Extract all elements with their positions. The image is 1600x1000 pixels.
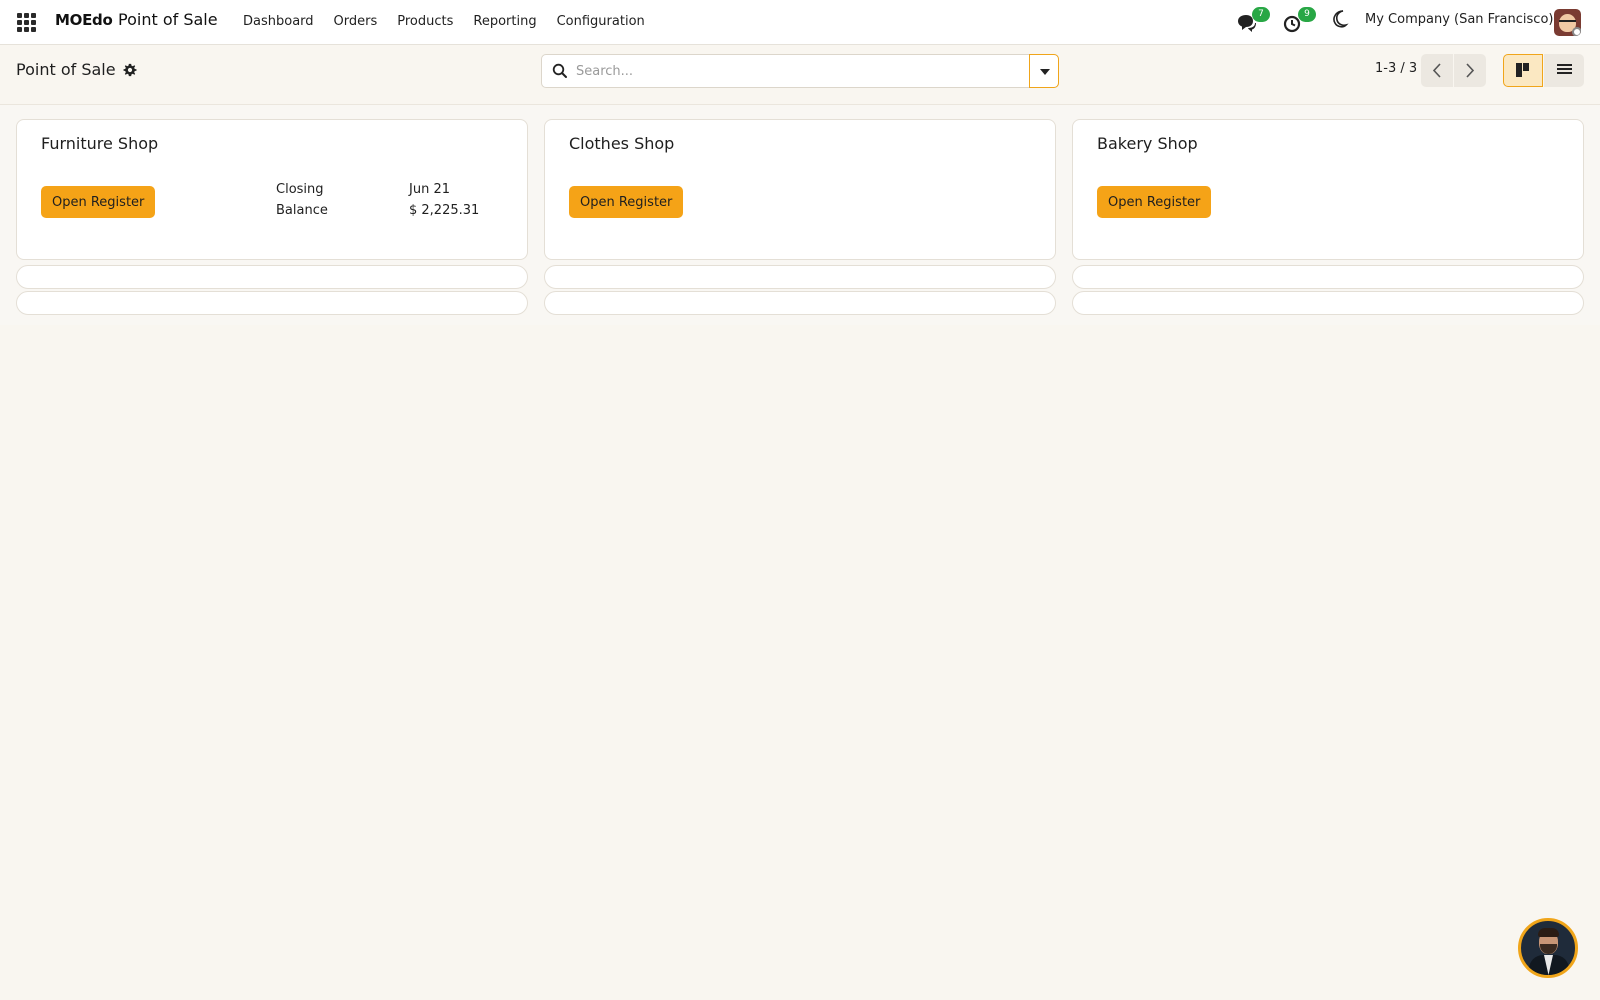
apps-menu-icon[interactable] bbox=[17, 13, 36, 32]
kanban-view-icon bbox=[1516, 63, 1529, 77]
closing-label: Closing bbox=[276, 182, 324, 197]
menu-item-products[interactable]: Products bbox=[387, 0, 463, 45]
chevron-left-icon bbox=[1432, 63, 1441, 78]
ghost-card bbox=[1072, 265, 1584, 289]
messages-badge: 7 bbox=[1252, 7, 1270, 22]
balance-value: $ 2,225.31 bbox=[409, 203, 480, 218]
pager-value[interactable]: 1-3 / 3 bbox=[1375, 61, 1417, 76]
pager-next-button[interactable] bbox=[1454, 54, 1486, 87]
assistant-avatar-button[interactable] bbox=[1518, 918, 1578, 978]
dark-mode-moon-icon[interactable] bbox=[1330, 8, 1352, 30]
activities-clock-icon[interactable]: 9 bbox=[1282, 7, 1316, 34]
brand-logo: MOEdo bbox=[55, 11, 113, 29]
pos-card-clothes-shop: Clothes Shop Open Register bbox=[544, 119, 1056, 260]
open-register-button[interactable]: Open Register bbox=[41, 186, 156, 218]
chevron-right-icon bbox=[1466, 63, 1475, 78]
user-status-icon bbox=[1572, 27, 1581, 36]
search-bar bbox=[541, 54, 1059, 88]
ghost-card bbox=[544, 291, 1056, 315]
list-view-icon bbox=[1557, 64, 1572, 74]
ghost-card bbox=[1072, 291, 1584, 315]
kanban-view-button[interactable] bbox=[1503, 54, 1543, 87]
balance-label: Balance bbox=[276, 203, 328, 218]
breadcrumb: Point of Sale bbox=[16, 60, 137, 79]
ghost-card bbox=[16, 265, 528, 289]
ghost-card bbox=[16, 291, 528, 315]
menu-item-orders[interactable]: Orders bbox=[324, 0, 388, 45]
menu-item-configuration[interactable]: Configuration bbox=[547, 0, 655, 45]
app-name[interactable]: Point of Sale bbox=[118, 10, 218, 29]
search-icon bbox=[552, 63, 567, 78]
page-title: Point of Sale bbox=[16, 60, 116, 79]
card-title: Bakery Shop bbox=[1097, 134, 1198, 153]
ghost-card bbox=[544, 265, 1056, 289]
pos-card-furniture-shop: Furniture Shop Open Register Closing Jun… bbox=[16, 119, 528, 260]
menu-item-reporting[interactable]: Reporting bbox=[463, 0, 546, 45]
gear-icon[interactable] bbox=[123, 63, 137, 77]
list-view-button[interactable] bbox=[1544, 54, 1584, 87]
company-switcher[interactable]: My Company (San Francisco) bbox=[1365, 12, 1553, 27]
search-input[interactable] bbox=[576, 55, 1016, 87]
control-panel: Point of Sale 1-3 / 3 bbox=[0, 45, 1600, 105]
activities-badge: 9 bbox=[1298, 7, 1316, 22]
open-register-button[interactable]: Open Register bbox=[1097, 186, 1212, 218]
card-title: Clothes Shop bbox=[569, 134, 675, 153]
pager-previous-button[interactable] bbox=[1421, 54, 1453, 87]
card-title: Furniture Shop bbox=[41, 134, 159, 153]
menu-item-dashboard[interactable]: Dashboard bbox=[233, 0, 324, 45]
messages-icon[interactable]: 7 bbox=[1236, 7, 1270, 34]
top-navbar: MOEdo Point of Sale Dashboard Orders Pro… bbox=[0, 0, 1600, 45]
user-avatar[interactable] bbox=[1554, 9, 1581, 36]
closing-date: Jun 21 bbox=[409, 182, 450, 197]
pos-card-bakery-shop: Bakery Shop Open Register bbox=[1072, 119, 1584, 260]
open-register-button[interactable]: Open Register bbox=[569, 186, 684, 218]
main-menu: Dashboard Orders Products Reporting Conf… bbox=[233, 0, 655, 45]
search-options-dropdown-icon[interactable] bbox=[1029, 54, 1059, 88]
